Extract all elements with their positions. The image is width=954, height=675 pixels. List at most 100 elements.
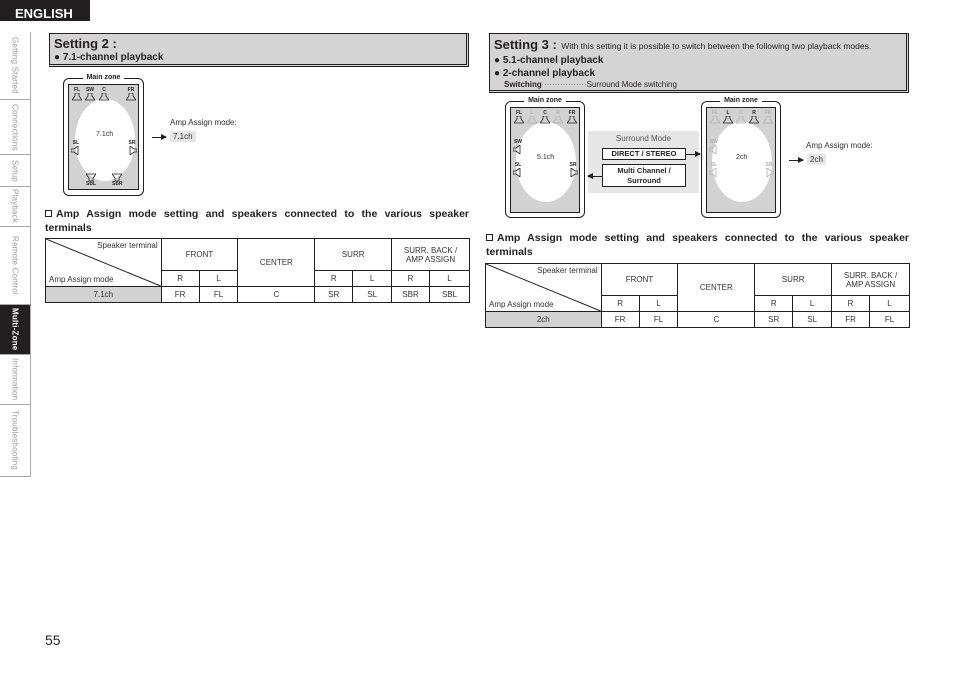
sub-header: L [869,295,910,312]
multi-channel-surround-option[interactable]: Multi Channel / Surround [602,164,686,187]
speaker-icon [540,116,550,124]
setting3-amp-assign-value: 2ch [807,154,826,165]
speaker-fl: FL [710,110,720,124]
speaker-icon [513,145,521,154]
channel-label: 7.1ch [96,131,114,138]
sub-header: R [314,270,354,287]
speaker-icon [709,168,717,177]
setting3-bullet-2: ● 2-channel playback [494,68,596,79]
speaker-fr: FR [567,110,577,124]
speaker-sbl: SBL [86,173,96,187]
language-tab: ENGLISH [0,0,90,21]
sub-header: L [429,270,470,287]
setting2-zone-diagram: Main zone 7.1ch FL SW C FR SL SR SBL SBR [63,74,144,196]
header-surr-back: SURR. BACK / AMP ASSIGN [831,263,910,296]
table-cell: SBL [429,286,470,303]
direct-stereo-option[interactable]: DIRECT / STEREO [602,148,686,160]
side-nav-connections[interactable]: Connections [0,100,30,155]
zone-label: Main zone [720,97,762,104]
speaker-icon [709,145,717,154]
side-nav-information[interactable]: Information [0,355,30,405]
header-center: CENTER [237,238,316,287]
setting2-amp-assign-value: 7.1ch [170,131,196,142]
speaker-sl: SL [513,162,523,177]
speaker-icon [763,116,773,124]
speaker-icon [126,93,136,101]
side-nav-setup[interactable]: Setup [0,155,30,187]
speaker-icon [710,116,720,124]
setting3-zone-diagram-2ch: Main zone 2ch FL L C R FR SW SL SR [701,97,781,218]
sub-header: R [754,295,794,312]
table-row: 2ch FR FL C SR SL FR FL [485,311,910,328]
header-front: FRONT [160,238,239,271]
speaker-icon [72,93,82,101]
setting2-assign-table: Speaker terminal Amp Assign mode FRONT C… [45,238,470,303]
table-row: 7.1ch FR FL C SR SL SBR SBL [45,286,470,303]
side-nav-remote-control[interactable]: Remote Control [0,227,30,305]
table-cell: FR [600,311,640,328]
setting2-section-heading: Amp Assign mode setting and speakers con… [45,208,469,234]
table-cell: C [237,286,316,303]
speaker-icon [723,116,733,124]
header-surr-back: SURR. BACK / AMP ASSIGN [391,238,470,271]
speaker-icon [71,146,79,155]
arrow-left-icon [587,173,602,179]
switching-line: Switching ················Surround Mode … [504,80,677,89]
speaker-icon [99,93,109,101]
setting3-zone-diagram-5-1: Main zone 5.1ch FL L C R FR SW SL SR [505,97,585,218]
side-nav: Getting Started Connections Setup Playba… [0,32,31,477]
table-cell: FL [869,311,910,328]
speaker-sr: SR [127,140,137,155]
speaker-icon [567,116,577,124]
setting2-header: Setting 2 : ● 7.1-channel playback [49,33,469,67]
speaker-icon [553,116,563,124]
setting2-title: Setting 2 : [54,36,117,51]
speaker-c: C [540,110,550,124]
speaker-icon [736,116,746,124]
sub-header: R [600,295,640,312]
speaker-icon [570,168,578,177]
surround-mode-title: Surround Mode [615,134,672,143]
speaker-sr: SR [568,162,578,177]
table-cell: C [677,311,756,328]
sub-header: L [792,295,833,312]
speaker-icon [513,168,521,177]
setting3-assign-table: Speaker terminal Amp Assign mode FRONT C… [485,263,910,328]
header-center: CENTER [677,263,756,312]
speaker-sw: SW [709,139,719,154]
header-surr: SURR [754,263,833,296]
table-cell: FR [160,286,200,303]
speaker-sw: SW [85,87,95,101]
table-cell: SR [314,286,354,303]
table-cell: SBR [391,286,431,303]
speaker-icon [129,146,137,155]
table-cell: FL [638,311,679,328]
side-nav-getting-started[interactable]: Getting Started [0,32,30,100]
speaker-c: C [736,110,746,124]
sub-header: R [831,295,871,312]
speaker-fl: FL [514,110,524,124]
arrow-right-icon [686,151,701,157]
side-nav-multi-zone[interactable]: Multi-Zone [0,305,30,355]
speaker-icon [112,173,123,181]
speaker-sl: SL [709,162,719,177]
surround-mode-panel: Surround Mode DIRECT / STEREO Multi Chan… [588,131,699,193]
speaker-fl: FL [72,87,82,101]
speaker-icon [86,173,96,181]
table-cell: SL [792,311,833,328]
side-nav-playback[interactable]: Playback [0,187,30,227]
zone-label: Main zone [524,97,566,104]
mode-cell: 2ch [485,311,602,328]
channel-label: 2ch [736,154,748,161]
speaker-fr: FR [763,110,773,124]
header-surr: SURR [314,238,393,271]
speaker-l: L [723,110,733,124]
table-cell: FL [198,286,239,303]
speaker-sr: SR [764,162,774,177]
speaker-icon [527,116,537,124]
sub-header: L [198,270,239,287]
table-corner-cell: Speaker terminal Amp Assign mode [485,263,602,312]
side-nav-troubleshooting[interactable]: Troubleshooting [0,405,30,477]
table-cell: SR [754,311,794,328]
sub-header: R [391,270,431,287]
